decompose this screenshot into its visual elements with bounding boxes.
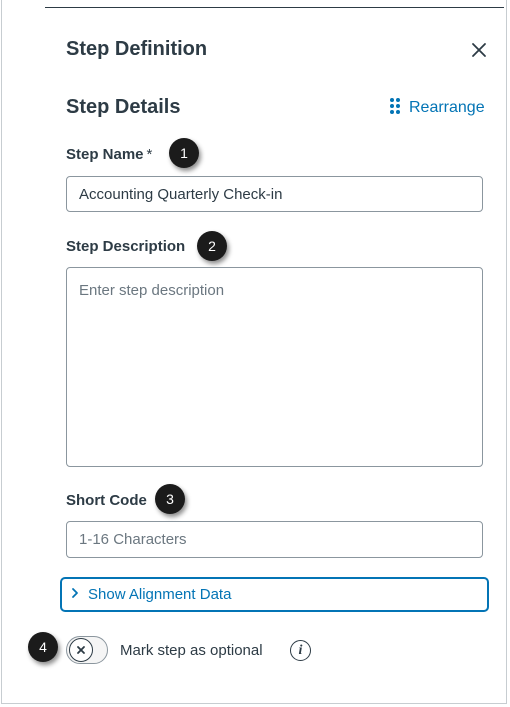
panel-title: Step Definition xyxy=(66,38,208,60)
show-alignment-data-button[interactable]: Show Alignment Data xyxy=(60,577,489,612)
info-icon[interactable]: i xyxy=(290,640,311,661)
step-name-label-text: Step Name xyxy=(66,146,144,163)
required-mark: * xyxy=(146,146,153,163)
close-icon[interactable] xyxy=(469,40,489,60)
rearrange-button[interactable]: Rearrange xyxy=(389,97,485,120)
drag-dots-icon xyxy=(389,97,401,120)
step-name-label: Step Name * xyxy=(66,146,152,163)
rearrange-label: Rearrange xyxy=(409,99,485,116)
callout-badge-2: 2 xyxy=(197,231,227,261)
section-title: Step Details xyxy=(66,96,181,118)
step-description-textarea[interactable] xyxy=(66,267,483,467)
optional-toggle[interactable] xyxy=(66,636,108,664)
callout-badge-4: 4 xyxy=(28,632,58,662)
short-code-label: Short Code xyxy=(66,492,147,509)
show-alignment-data-label: Show Alignment Data xyxy=(88,586,232,603)
callout-badge-3: 3 xyxy=(155,484,185,514)
optional-toggle-label: Mark step as optional xyxy=(120,642,263,659)
step-name-input[interactable] xyxy=(66,176,483,212)
callout-badge-1: 1 xyxy=(169,138,199,168)
chevron-right-icon xyxy=(70,586,80,603)
short-code-input[interactable] xyxy=(66,521,483,558)
top-divider xyxy=(45,7,504,8)
step-description-label: Step Description xyxy=(66,238,186,255)
toggle-off-icon xyxy=(69,638,93,662)
